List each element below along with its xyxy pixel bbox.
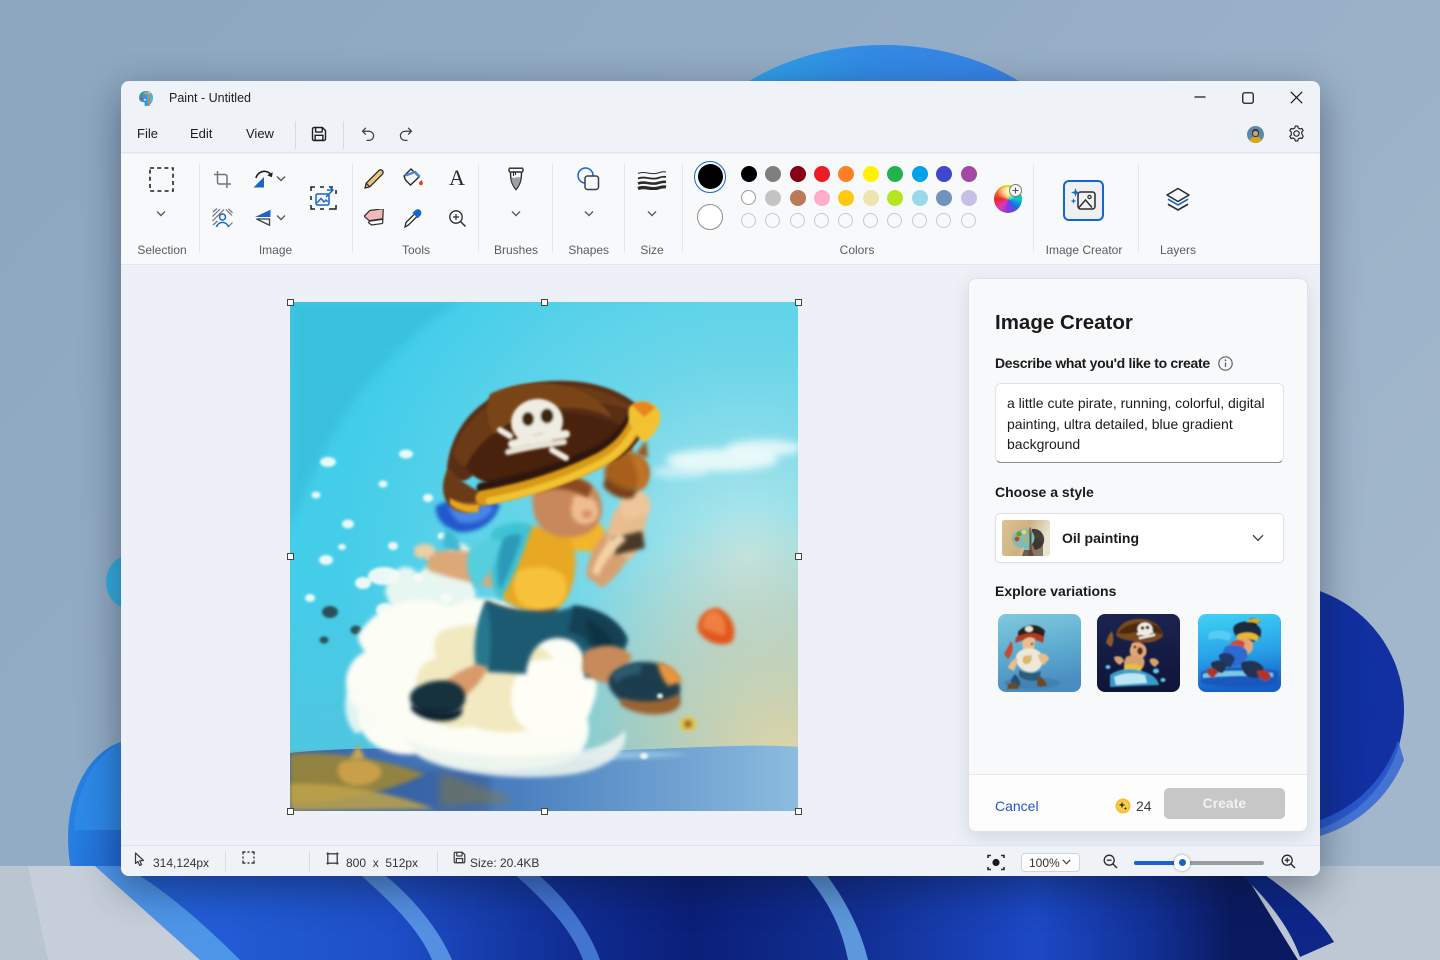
svg-text:A: A — [449, 168, 465, 188]
